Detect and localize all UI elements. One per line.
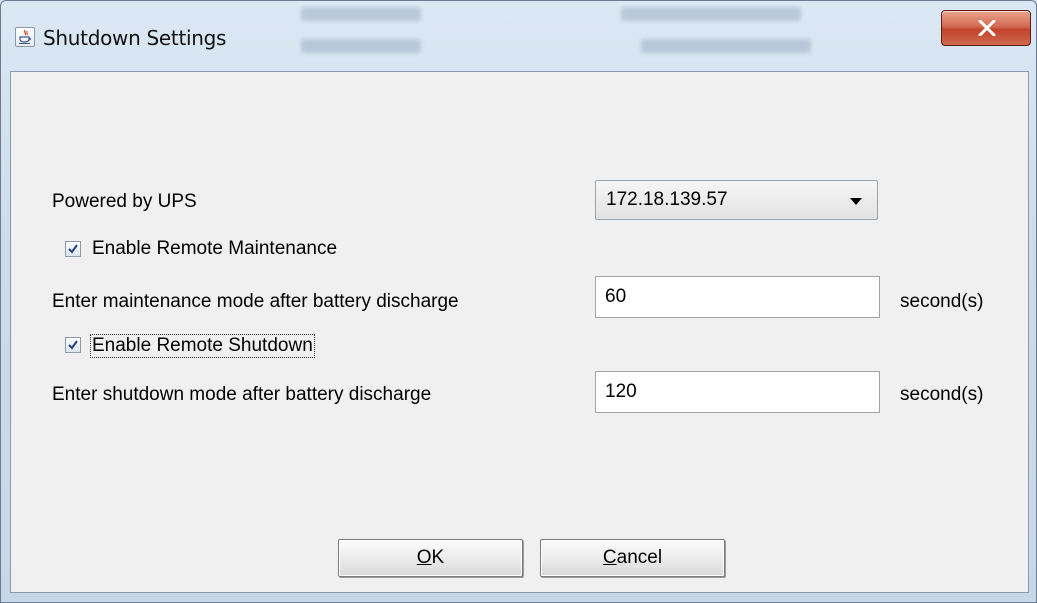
close-button[interactable] (941, 10, 1031, 46)
java-cup-icon (15, 27, 35, 47)
window-title: Shutdown Settings (43, 26, 227, 50)
ok-button[interactable]: OK (338, 539, 523, 577)
maintenance-delay-field[interactable] (595, 276, 880, 318)
enable-maintenance-checkbox[interactable] (65, 241, 81, 257)
maintenance-delay-input[interactable] (596, 277, 879, 317)
powered-by-label: Powered by UPS (52, 191, 197, 212)
shutdown-delay-field[interactable] (595, 371, 880, 413)
maintenance-unit-label: second(s) (900, 291, 984, 312)
shutdown-unit-label: second(s) (900, 384, 984, 405)
dialog-window: Shutdown Settings Powered by UPS 172.18.… (0, 0, 1037, 603)
cancel-label-rest: ancel (616, 547, 663, 568)
close-icon (978, 20, 996, 36)
dialog-content: Powered by UPS 172.18.139.57 Enable Remo… (10, 71, 1029, 593)
enable-shutdown-checkbox[interactable] (65, 337, 81, 353)
checkmark-icon (68, 244, 78, 254)
background-blur (641, 39, 811, 53)
enable-shutdown-label[interactable]: Enable Remote Shutdown (90, 334, 315, 358)
maintenance-delay-label: Enter maintenance mode after battery dis… (52, 291, 459, 312)
title-bar[interactable]: Shutdown Settings (1, 1, 1036, 71)
chevron-down-icon (850, 198, 862, 205)
background-blur (621, 7, 801, 21)
enable-maintenance-label[interactable]: Enable Remote Maintenance (92, 238, 337, 260)
background-blur (301, 39, 421, 53)
ups-select[interactable]: 172.18.139.57 (595, 180, 878, 220)
shutdown-delay-label: Enter shutdown mode after battery discha… (52, 384, 432, 405)
cancel-button[interactable]: Cancel (540, 539, 725, 577)
ok-label-rest: K (431, 547, 445, 568)
shutdown-delay-input[interactable] (596, 372, 879, 412)
ups-select-value: 172.18.139.57 (606, 189, 728, 210)
ok-mnemonic: O (416, 547, 432, 568)
background-blur (301, 7, 421, 21)
cancel-mnemonic: C (602, 547, 617, 568)
checkmark-icon (68, 340, 78, 350)
